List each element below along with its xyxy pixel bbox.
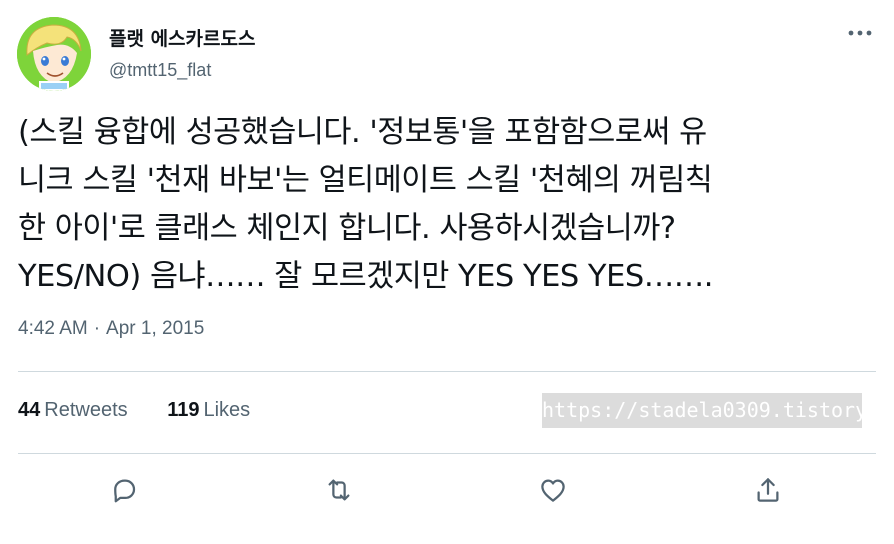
tweet-stats: 44 Retweets 119 Likes xyxy=(18,399,250,422)
likes-label: Likes xyxy=(203,399,251,421)
retweets-count: 44 xyxy=(18,399,41,421)
reply-button[interactable] xyxy=(106,472,142,508)
more-options-button[interactable] xyxy=(843,18,877,48)
author-handle[interactable]: @tmtt15_flat xyxy=(109,60,211,81)
reply-icon xyxy=(114,479,136,503)
tweet-date: Apr 1, 2015 xyxy=(106,318,205,339)
retweets-stat[interactable]: 44 Retweets xyxy=(18,399,128,422)
avatar[interactable] xyxy=(17,17,91,91)
tweet-card: 플랫 에스카르도스 @tmtt15_flat (스킬 융합에 성공했습니다. '… xyxy=(0,0,894,544)
avatar-image xyxy=(17,17,91,91)
likes-count: 119 xyxy=(167,399,200,421)
author-display-name[interactable]: 플랫 에스카르도스 xyxy=(109,24,255,51)
tweet-text-line: 니크 스킬 '천재 바보'는 얼티메이트 스킬 '천혜의 꺼림칙 xyxy=(18,163,713,198)
tweet-time: 4:42 AM xyxy=(18,318,88,339)
more-dots-icon xyxy=(848,30,872,36)
retweet-icon xyxy=(328,479,350,501)
share-icon xyxy=(757,478,779,502)
watermark-url: https://stadela0309.tistory.com xyxy=(542,393,862,428)
retweet-button[interactable] xyxy=(321,472,357,508)
divider xyxy=(18,371,876,372)
divider xyxy=(18,453,876,454)
tweet-text-line: 한 아이'로 클래스 체인지 합니다. 사용하시겠습니까? xyxy=(18,211,676,246)
timestamp-separator: · xyxy=(93,318,101,339)
like-icon xyxy=(541,479,565,502)
share-button[interactable] xyxy=(750,472,786,508)
tweet-text-line: (스킬 융합에 성공했습니다. '정보통'을 포함함으로써 유 xyxy=(18,115,707,150)
likes-stat[interactable]: 119 Likes xyxy=(167,399,250,422)
tweet-text: (스킬 융합에 성공했습니다. '정보통'을 포함함으로써 유 니크 스킬 '천… xyxy=(18,109,878,301)
tweet-text-line: YES/NO) 음냐…… 잘 모르겠지만 YES YES YES……. xyxy=(18,259,713,294)
like-button[interactable] xyxy=(535,472,571,508)
retweets-label: Retweets xyxy=(44,399,128,421)
tweet-timestamp[interactable]: 4:42 AM · Apr 1, 2015 xyxy=(18,318,204,340)
